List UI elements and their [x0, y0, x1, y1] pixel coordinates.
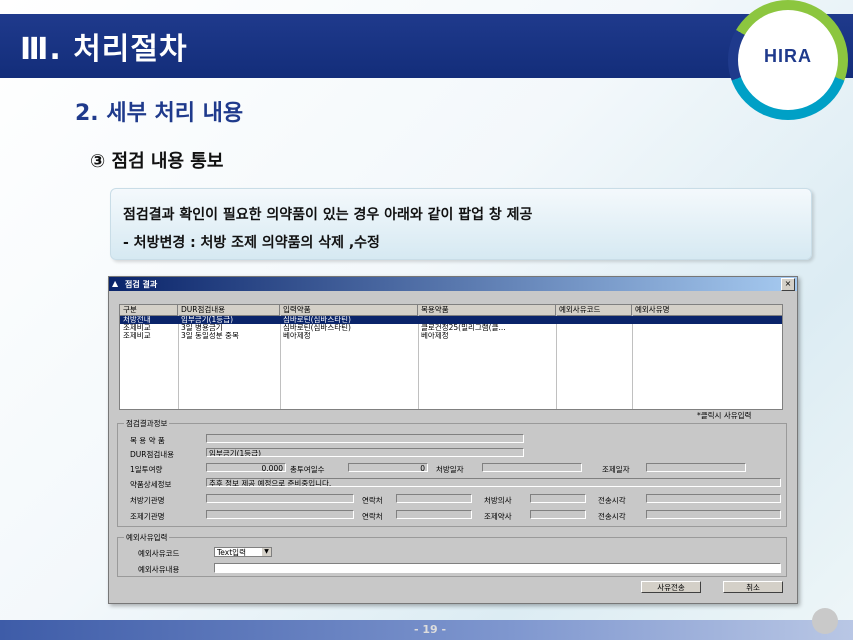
table-row[interactable]: 조제비교 3일 동일성분 중복 베아제정 베아제정	[120, 332, 782, 340]
window-titlebar[interactable]: ▲ 점검 결과 ×	[109, 277, 797, 291]
exception-code-label: 예외사유코드	[138, 549, 180, 558]
rx-date-field[interactable]	[482, 463, 582, 472]
description-line-2: - 처방변경 : 처방 조제 의약품의 삭제 ,수정	[123, 235, 380, 251]
dose-label: 1일투여량	[130, 465, 163, 474]
app-icon: ▲	[112, 279, 119, 288]
page-number: - 19 -	[413, 623, 447, 636]
grid-header: 구분 DUR점검내용 입력약품 복용약품 예외사유코드 예외사유명	[120, 305, 782, 316]
contact-field-1[interactable]	[396, 494, 472, 503]
disp-institution-field[interactable]	[206, 510, 354, 519]
table-row[interactable]: 조제비교 3일 병용금기 심바로틴(심바스타틴) 클로건정25(밀리그램(클..…	[120, 324, 782, 332]
section-item: ③ 점검 내용 통보	[90, 151, 224, 172]
exception-content-input[interactable]	[214, 563, 781, 573]
table-cell: 심바로틴(심바스타틴)	[283, 316, 351, 324]
info-label: 약품상세정보	[130, 480, 172, 489]
exception-fieldset: 예외사유입력 예외사유코드 Text입력 ▼ 예외사유내용	[117, 532, 787, 577]
column-header[interactable]: 예외사유코드	[556, 305, 632, 315]
pharmacist-label: 조제약사	[484, 512, 512, 521]
table-cell: 3일 동일성분 중복	[181, 332, 239, 340]
doctor-label: 처방의사	[484, 496, 512, 505]
rx-institution-label: 처방기관명	[130, 496, 165, 505]
table-row[interactable]: 처방전내 임부금기(1등급) 심바로틴(심바스타틴)	[120, 316, 782, 324]
description-line-1: 점검결과 확인이 필요한 의약품이 있는 경우 아래와 같이 팝업 창 제공	[123, 207, 533, 223]
header-bar: Ⅲ. 처리절차	[0, 14, 853, 78]
contact-label-1: 연락처	[362, 496, 383, 505]
contact-field-2[interactable]	[396, 510, 472, 519]
detail-fieldset: 점검결과정보 복 용 약 품 DUR점검내용 임부금기(1등급) 1일투여량 0…	[117, 418, 787, 527]
exception-content-label: 예외사유내용	[138, 565, 180, 574]
logo-text: HIRA	[764, 46, 812, 66]
pharmacist-field[interactable]	[530, 510, 586, 519]
exception-code-select[interactable]: Text입력 ▼	[214, 547, 272, 557]
description-box: 점검결과 확인이 필요한 의약품이 있는 경우 아래와 같이 팝업 창 제공 -…	[110, 188, 812, 260]
rx-date-label: 처방일자	[436, 465, 464, 474]
detail-legend: 점검결과정보	[124, 418, 170, 429]
disp-institution-label: 조제기관명	[130, 512, 165, 521]
dose-field[interactable]: 0.000	[206, 463, 286, 472]
exception-legend: 예외사유입력	[124, 532, 170, 543]
tx-time-field-1[interactable]	[646, 494, 781, 503]
exception-code-value: Text입력	[217, 548, 246, 557]
send-reason-button[interactable]: 사유전송	[641, 581, 701, 593]
dur-field[interactable]: 임부금기(1등급)	[206, 448, 524, 457]
section-subtitle: 2. 세부 처리 내용	[75, 101, 244, 126]
table-cell: 심바로틴(심바스타틴)	[283, 324, 351, 332]
column-header[interactable]: DUR점검내용	[178, 305, 280, 315]
page-title: Ⅲ. 처리절차	[20, 32, 188, 67]
contact-label-2: 연락처	[362, 512, 383, 521]
column-header[interactable]: 예외사유명	[632, 305, 782, 315]
table-cell: 조제비교	[123, 324, 151, 332]
table-cell: 조제비교	[123, 332, 151, 340]
dur-label: DUR점검내용	[130, 450, 175, 459]
decorative-dot	[812, 608, 838, 634]
drug-label: 복 용 약 품	[130, 436, 165, 445]
column-header[interactable]: 복용약품	[418, 305, 556, 315]
table-cell: 3일 병용금기	[181, 324, 223, 332]
table-cell	[418, 316, 556, 324]
dropdown-arrow-icon[interactable]: ▼	[262, 548, 271, 556]
window-title: 점검 결과	[125, 280, 158, 289]
disp-date-field[interactable]	[646, 463, 746, 472]
disp-date-label: 조제일자	[602, 465, 630, 474]
cancel-button[interactable]: 취소	[723, 581, 783, 593]
table-cell: 베아제정	[421, 332, 449, 340]
drug-field[interactable]	[206, 434, 524, 443]
tx-time-label-1: 전송시각	[598, 496, 626, 505]
footer-bar: - 19 -	[0, 620, 853, 640]
hira-logo: HIRA	[728, 0, 848, 120]
info-field[interactable]: 추후 정보 제공 예정으로 준비중입니다.	[206, 478, 781, 487]
column-header[interactable]: 구분	[120, 305, 178, 315]
days-label: 총투여일수	[290, 465, 325, 474]
table-cell: 처방전내	[123, 316, 151, 324]
table-cell: 임부금기(1등급)	[181, 316, 234, 324]
click-hint: *클릭시 사유입력	[697, 411, 752, 420]
result-grid: 구분 DUR점검내용 입력약품 복용약품 예외사유코드 예외사유명 처방전내 임…	[119, 304, 783, 410]
close-button[interactable]: ×	[781, 278, 795, 291]
column-header[interactable]: 입력약품	[280, 305, 418, 315]
rx-institution-field[interactable]	[206, 494, 354, 503]
table-cell: 베아제정	[283, 332, 311, 340]
days-field[interactable]: 0	[348, 463, 428, 472]
doctor-field[interactable]	[530, 494, 586, 503]
tx-time-field-2[interactable]	[646, 510, 781, 519]
table-cell: 클로건정25(밀리그램(클...	[421, 324, 506, 332]
tx-time-label-2: 전송시각	[598, 512, 626, 521]
check-result-window: ▲ 점검 결과 × 구분 DUR점검내용 입력약품 복용약품 예외사유코드 예외…	[108, 276, 798, 604]
